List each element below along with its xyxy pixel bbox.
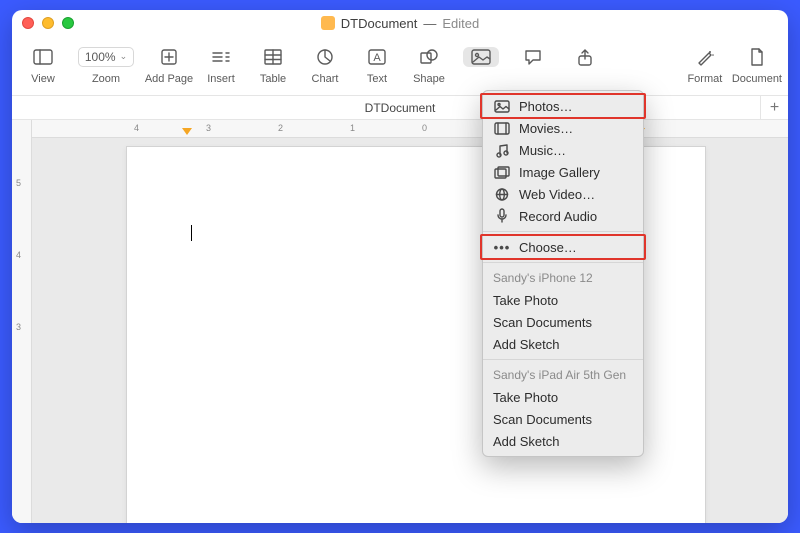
insert-icon: [211, 47, 231, 67]
zoom-value-box: 100%⌄: [78, 47, 134, 67]
tab-name[interactable]: DTDocument: [12, 101, 788, 115]
menu-item-take-photo-d2[interactable]: Take Photo: [483, 386, 643, 408]
text-cursor: [191, 225, 192, 241]
menu-header-device2: Sandy's iPad Air 5th Gen: [483, 364, 643, 386]
svg-text:A: A: [373, 52, 381, 64]
shape-button[interactable]: Shape: [404, 39, 454, 93]
gallery-icon: [493, 166, 511, 179]
media-dropdown-menu: Photos… Movies… Music… Image Gallery Web…: [482, 90, 644, 457]
photos-icon: [493, 100, 511, 113]
view-icon: [33, 47, 53, 67]
comment-button[interactable]: Comment: [508, 39, 558, 93]
format-icon: [696, 47, 714, 67]
menu-item-take-photo-d1[interactable]: Take Photo: [483, 289, 643, 311]
web-video-icon: [493, 188, 511, 201]
app-window: DTDocument — Edited View 100%⌄ Zoom Add …: [12, 10, 788, 523]
share-button[interactable]: Share: [560, 39, 610, 93]
insert-button[interactable]: Insert: [196, 39, 246, 93]
add-tab-button[interactable]: +: [760, 96, 788, 119]
menu-separator: [483, 359, 643, 360]
view-button[interactable]: View: [18, 39, 68, 93]
text-icon: A: [368, 47, 386, 67]
menu-item-web-video[interactable]: Web Video…: [483, 183, 643, 205]
window-title: DTDocument — Edited: [12, 16, 788, 31]
format-button[interactable]: Format: [680, 39, 730, 93]
movies-icon: [493, 122, 511, 135]
document-icon: [321, 16, 335, 30]
menu-item-movies[interactable]: Movies…: [483, 117, 643, 139]
edit-status: Edited: [442, 16, 479, 31]
ruler-marker-icon[interactable]: [182, 128, 192, 135]
toolbar: View 100%⌄ Zoom Add Page Insert Table: [12, 36, 788, 96]
menu-item-add-sketch-d1[interactable]: Add Sketch: [483, 333, 643, 355]
menu-item-choose[interactable]: ••• Choose…: [483, 236, 643, 258]
chart-button[interactable]: Chart: [300, 39, 350, 93]
zoom-button[interactable]: 100%⌄ Zoom: [70, 39, 142, 93]
comment-icon: [524, 47, 542, 67]
text-button[interactable]: A Text: [352, 39, 402, 93]
document-name: DTDocument: [341, 16, 418, 31]
zoom-window[interactable]: [62, 17, 74, 29]
menu-item-image-gallery[interactable]: Image Gallery: [483, 161, 643, 183]
minimize-window[interactable]: [42, 17, 54, 29]
close-window[interactable]: [22, 17, 34, 29]
canvas[interactable]: 4 3 2 1 0 1 2 3: [32, 120, 788, 523]
horizontal-ruler: 4 3 2 1 0 1 2 3: [32, 120, 788, 138]
media-button[interactable]: Media: [456, 39, 506, 93]
window-controls: [22, 17, 74, 29]
music-icon: [493, 143, 511, 158]
menu-header-device1: Sandy's iPhone 12: [483, 267, 643, 289]
chart-icon: [316, 47, 334, 67]
share-icon: [577, 47, 593, 67]
tab-bar: DTDocument +: [12, 96, 788, 120]
table-icon: [264, 47, 282, 67]
workarea: 5 4 3 4 3 2 1 0 1 2 3: [12, 120, 788, 523]
ellipsis-icon: •••: [493, 240, 511, 255]
chevron-down-icon: ⌄: [120, 51, 128, 62]
menu-item-photos[interactable]: Photos…: [483, 95, 643, 117]
shape-icon: [420, 47, 438, 67]
plus-page-icon: [160, 47, 178, 67]
table-button[interactable]: Table: [248, 39, 298, 93]
menu-separator: [483, 262, 643, 263]
media-icon: [463, 47, 499, 67]
menu-item-scan-documents-d1[interactable]: Scan Documents: [483, 311, 643, 333]
menu-item-music[interactable]: Music…: [483, 139, 643, 161]
titlebar: DTDocument — Edited: [12, 10, 788, 36]
menu-separator: [483, 231, 643, 232]
menu-item-add-sketch-d2[interactable]: Add Sketch: [483, 430, 643, 452]
vertical-ruler: 5 4 3: [12, 120, 32, 523]
microphone-icon: [493, 208, 511, 224]
menu-item-scan-documents-d2[interactable]: Scan Documents: [483, 408, 643, 430]
add-page-button[interactable]: Add Page: [144, 39, 194, 93]
document-icon: [750, 47, 764, 67]
document-button[interactable]: Document: [732, 39, 782, 93]
menu-item-record-audio[interactable]: Record Audio: [483, 205, 643, 227]
